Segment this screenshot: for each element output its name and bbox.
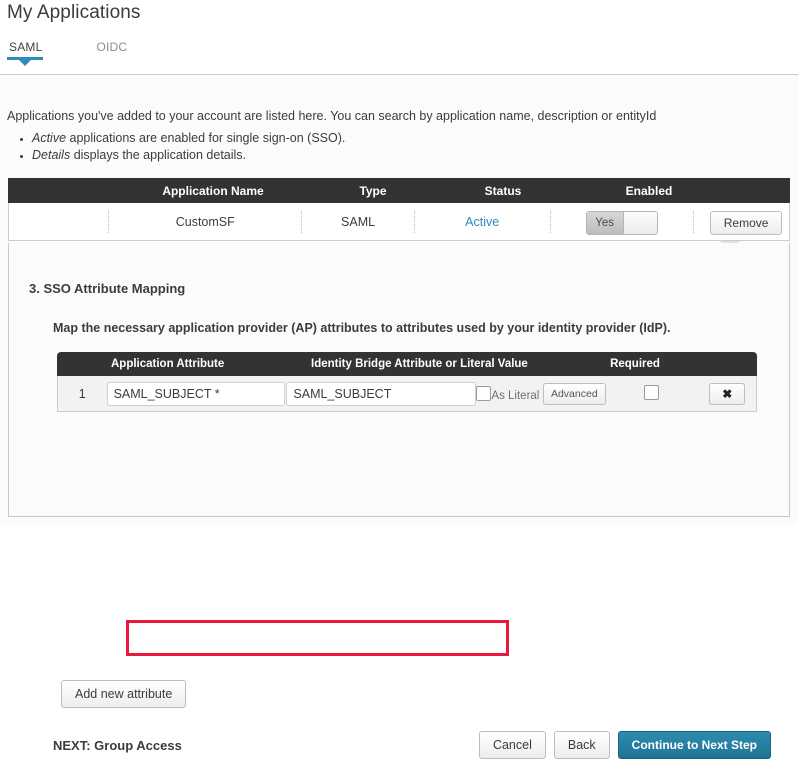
column-header-required: Required xyxy=(575,358,695,370)
required-checkbox[interactable] xyxy=(644,385,659,400)
delete-cell: ✖ xyxy=(698,383,756,405)
column-header-enabled: Enabled xyxy=(574,184,724,198)
advanced-button[interactable]: Advanced xyxy=(543,383,606,405)
enabled-toggle-knob xyxy=(623,212,657,234)
bullet-emphasis: Active xyxy=(32,131,66,145)
column-header-application-name: Application Name xyxy=(112,184,314,198)
application-page: My Applications SAML OIDC Applications y… xyxy=(0,0,798,525)
column-header-identity-bridge-attribute: Identity Bridge Attribute or Literal Val… xyxy=(311,358,575,370)
add-new-attribute-cell: Add new attribute xyxy=(61,680,186,708)
attribute-mapping-table: Application Attribute Identity Bridge At… xyxy=(57,352,757,412)
table-row: CustomSF SAML Active Yes Remove xyxy=(8,203,790,241)
delete-row-button[interactable]: ✖ xyxy=(709,383,745,405)
advanced-cell: Advanced xyxy=(543,383,605,405)
intro-bullet-list: Active applications are enabled for sing… xyxy=(12,130,345,164)
cell-actions: Remove xyxy=(693,211,789,233)
cell-application-name: CustomSF xyxy=(108,211,301,233)
as-literal-label: As Literal xyxy=(491,389,539,401)
attribute-fields-highlight-box xyxy=(126,620,509,656)
page-header: My Applications SAML OIDC xyxy=(0,0,798,75)
identity-bridge-attribute-input[interactable] xyxy=(286,382,476,406)
application-attribute-cell xyxy=(107,382,287,406)
bullet-emphasis: Details xyxy=(32,148,70,162)
sso-attribute-mapping-section: 3. SSO Attribute Mapping Map the necessa… xyxy=(8,243,790,517)
footer-button-group: Cancel Back Continue to Next Step xyxy=(479,731,771,759)
add-new-attribute-button[interactable]: Add new attribute xyxy=(61,680,186,708)
enabled-toggle-label: Yes xyxy=(587,212,623,234)
list-item: Active applications are enabled for sing… xyxy=(32,130,345,147)
tab-oidc[interactable]: OIDC xyxy=(92,40,135,60)
tab-saml[interactable]: SAML xyxy=(5,40,50,60)
identity-bridge-attribute-cell xyxy=(286,382,476,406)
cell-status: Active xyxy=(414,211,550,233)
intro-paragraph: Applications you've added to your accoun… xyxy=(7,108,787,125)
list-item: Details displays the application details… xyxy=(32,147,345,164)
cell-enabled: Yes xyxy=(550,211,693,233)
tab-bar: SAML OIDC xyxy=(5,40,135,60)
attribute-mapping-header: Application Attribute Identity Bridge At… xyxy=(57,352,757,376)
bullet-text: applications are enabled for single sign… xyxy=(66,131,345,145)
continue-to-next-step-button[interactable]: Continue to Next Step xyxy=(618,731,771,759)
cancel-button[interactable]: Cancel xyxy=(479,731,546,759)
application-attribute-input[interactable] xyxy=(107,382,285,406)
column-header-type: Type xyxy=(314,184,432,198)
applications-table-header: Application Name Type Status Enabled xyxy=(8,178,790,203)
chevron-down-icon xyxy=(18,59,32,66)
back-button[interactable]: Back xyxy=(554,731,610,759)
remove-button[interactable]: Remove xyxy=(710,211,783,235)
as-literal-cell: As Literal xyxy=(476,386,543,402)
required-cell xyxy=(605,385,699,403)
column-header-status: Status xyxy=(432,184,574,198)
tab-saml-label: SAML xyxy=(9,40,42,54)
enabled-toggle[interactable]: Yes xyxy=(586,211,658,235)
bullet-text: displays the application details. xyxy=(70,148,246,162)
table-row: 1 As Literal Advanced ✖ xyxy=(57,376,757,412)
applications-table: Application Name Type Status Enabled Cus… xyxy=(8,178,790,241)
as-literal-checkbox[interactable] xyxy=(476,386,491,401)
column-header-application-attribute: Application Attribute xyxy=(111,358,311,370)
cell-type: SAML xyxy=(301,211,414,233)
tab-oidc-label: OIDC xyxy=(96,40,127,54)
row-number: 1 xyxy=(58,387,107,401)
section-description: Map the necessary application provider (… xyxy=(53,321,670,335)
section-title: 3. SSO Attribute Mapping xyxy=(29,281,185,296)
page-title: My Applications xyxy=(7,2,141,24)
status-link-active[interactable]: Active xyxy=(465,215,499,229)
next-step-label: NEXT: Group Access xyxy=(53,738,182,753)
